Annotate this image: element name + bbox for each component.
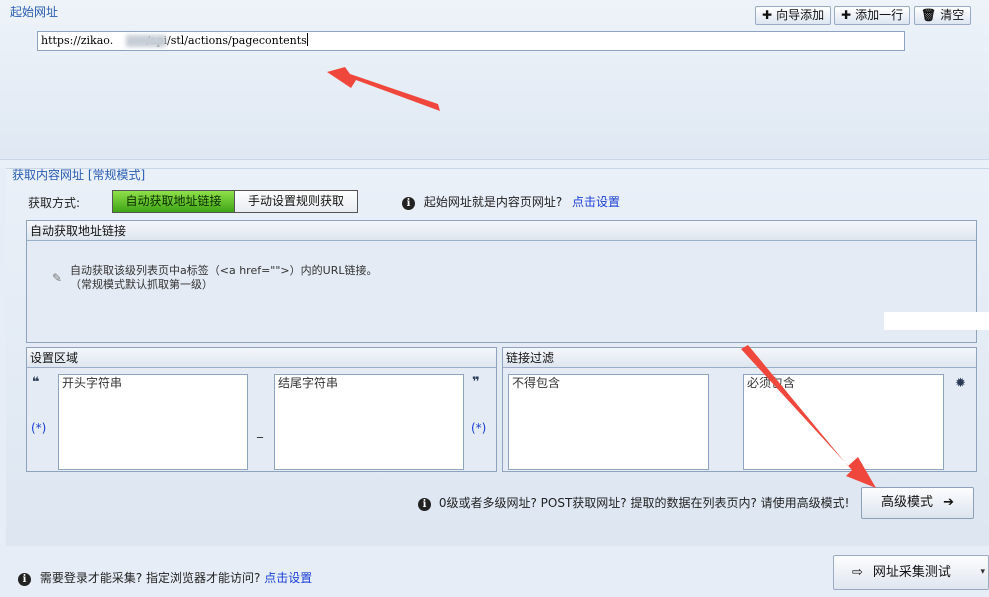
auto-fetch-desc-line2: （常规模式默认抓取第一级） — [70, 278, 213, 291]
wizard-add-button[interactable]: ✚ 向导添加 — [755, 6, 832, 25]
exclude-filter-input[interactable]: 不得包含 — [508, 374, 709, 470]
content-url-title: 获取内容网址 [常规模式] — [12, 168, 146, 182]
manual-rule-mode-button[interactable]: 手动设置规则获取 — [235, 191, 357, 212]
redacted-url-part — [126, 35, 166, 47]
add-row-button[interactable]: ✚ 添加一行 — [834, 6, 911, 25]
clear-button[interactable]: 🗑 清空 — [914, 6, 972, 25]
advanced-mode-label: 高级模式 — [880, 495, 933, 510]
add-row-label: 添加一行 — [855, 8, 904, 22]
white-overlay — [884, 312, 989, 330]
clear-label: 清空 — [940, 8, 965, 22]
start-is-content-hint: i 起始网址就是内容页网址? 点击设置 — [402, 193, 620, 210]
info-icon: i — [418, 498, 431, 511]
info-icon: i — [402, 197, 415, 210]
start-string-input[interactable]: 开头字符串 — [58, 374, 248, 470]
text-caret — [306, 33, 308, 46]
separator-mark: _ — [257, 424, 263, 438]
login-settings-link[interactable]: 点击设置 — [264, 571, 312, 585]
end-string-input[interactable]: 结尾字符串 — [274, 374, 464, 470]
gear-icon[interactable]: ✹ — [955, 376, 966, 391]
start-url-value: https://zikao. /api/stl/actions/pagecont… — [41, 34, 307, 47]
settings-area-title: 设置区域 — [27, 348, 496, 368]
link-filter-title: 链接过滤 — [503, 348, 976, 368]
start-is-content-text: 起始网址就是内容页网址? — [423, 195, 563, 209]
auto-fetch-description: 自动获取该级列表页中a标签（<a href="">）内的URL链接。 （常规模式… — [70, 264, 377, 292]
paperclip-icon: ✎ — [52, 271, 63, 285]
fetch-mode-switch: 自动获取地址链接 手动设置规则获取 — [112, 190, 358, 213]
start-is-content-link[interactable]: 点击设置 — [572, 195, 620, 209]
auto-fetch-panel-title: 自动获取地址链接 — [27, 221, 976, 241]
include-filter-input[interactable]: 必须包含 — [743, 374, 944, 470]
trash-icon: 🗑 — [921, 8, 937, 22]
login-hint: i 需要登录才能采集? 指定浏览器才能访问? 点击设置 — [18, 569, 312, 586]
advanced-mode-hint-text: 0级或者多级网址? POST获取网址? 提取的数据在列表页内? 请使用高级模式! — [438, 496, 850, 510]
chevron-down-icon[interactable]: ▾ — [980, 556, 985, 589]
advanced-mode-button[interactable]: 高级模式 ➔ — [861, 487, 974, 519]
close-quote-icon: ❞ — [472, 375, 480, 390]
wizard-add-label: 向导添加 — [776, 8, 825, 22]
regex-left-marker[interactable]: (*) — [31, 421, 46, 435]
advanced-mode-hint: i 0级或者多级网址? POST获取网址? 提取的数据在列表页内? 请使用高级模… — [418, 494, 849, 511]
regex-right-marker[interactable]: (*) — [471, 421, 486, 435]
plus-icon: ✚ — [841, 8, 852, 22]
start-url-input[interactable]: https://zikao. /api/stl/actions/pagecont… — [37, 31, 905, 51]
auto-fetch-mode-button[interactable]: 自动获取地址链接 — [113, 191, 235, 212]
plus-icon: ✚ — [762, 8, 773, 22]
info-icon: i — [18, 573, 31, 586]
open-quote-icon: ❝ — [32, 375, 40, 390]
auto-fetch-desc-line1: 自动获取该级列表页中a标签（<a href="">）内的URL链接。 — [70, 264, 378, 277]
url-collect-test-button[interactable]: ⇨ 网址采集测试 ▾ — [833, 555, 989, 590]
arrow-right-icon: ➔ — [943, 495, 955, 510]
fetch-method-label: 获取方式: — [28, 196, 81, 210]
url-collect-test-label: 网址采集测试 — [872, 565, 951, 580]
login-hint-text: 需要登录才能采集? 指定浏览器才能访问? — [39, 571, 261, 585]
start-url-title: 起始网址 — [10, 5, 59, 19]
section-divider — [0, 160, 989, 168]
export-icon: ⇨ — [852, 565, 863, 580]
